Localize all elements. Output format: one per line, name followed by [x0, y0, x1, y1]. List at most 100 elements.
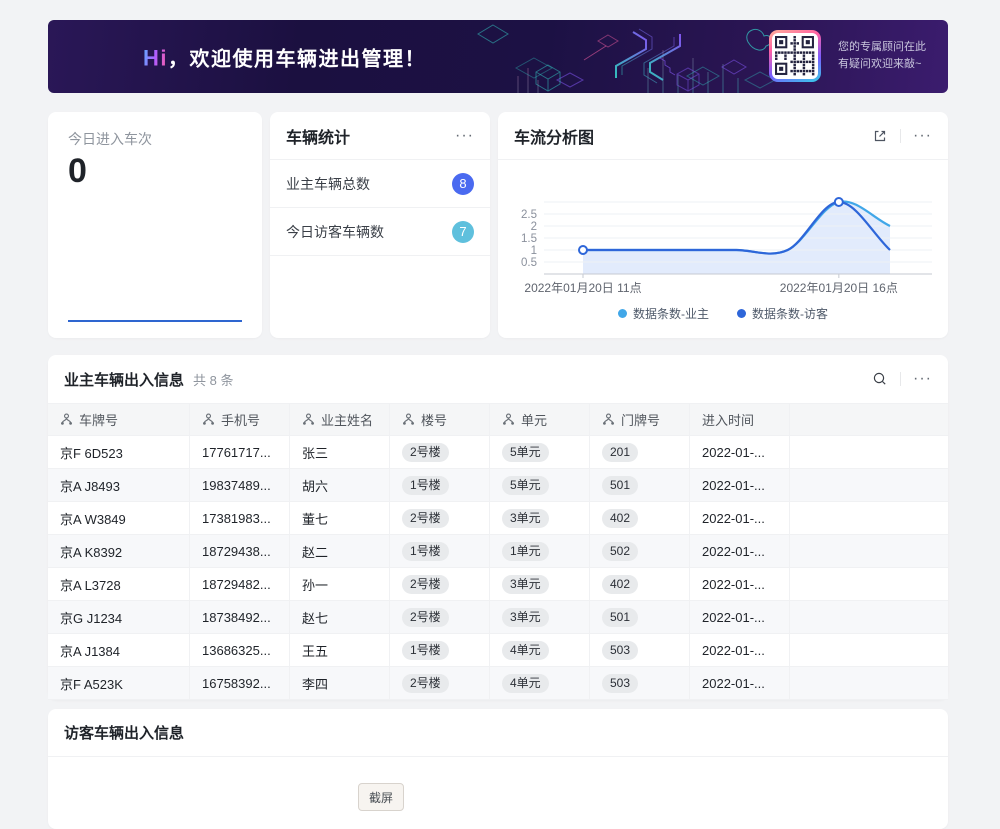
cell-building[interactable]: 2号楼 — [390, 601, 490, 634]
more-icon[interactable]: ··· — [455, 128, 474, 144]
cell-unit[interactable]: 4单元 — [490, 634, 590, 667]
cell-plate[interactable]: 京F A523K — [48, 667, 190, 700]
cell-building[interactable]: 2号楼 — [390, 568, 490, 601]
cell-phone[interactable]: 13686325... — [190, 634, 290, 667]
cell-plate[interactable]: 京A L3728 — [48, 568, 190, 601]
column-header[interactable]: 业主姓名 — [290, 403, 390, 436]
table-row[interactable]: 京F A523K16758392...李四2号楼4单元5032022-01-..… — [48, 667, 948, 700]
export-icon[interactable] — [872, 128, 888, 144]
cell-phone[interactable]: 19837489... — [190, 469, 290, 502]
cell-unit[interactable]: 5单元 — [490, 469, 590, 502]
vehicle-stat-item[interactable]: 今日访客车辆数 7 — [270, 208, 490, 256]
field-type-icon — [60, 413, 73, 426]
search-icon[interactable] — [872, 371, 888, 387]
column-header-label: 门牌号 — [621, 410, 660, 429]
cell-time[interactable]: 2022-01-... — [690, 667, 790, 700]
cell-time[interactable]: 2022-01-... — [690, 634, 790, 667]
cell-door[interactable]: 402 — [590, 568, 690, 601]
table-row[interactable]: 京A K839218729438...赵二1号楼 1单元 5022022-01-..… — [48, 535, 948, 568]
cell-name[interactable]: 胡六 — [290, 469, 390, 502]
cell-name[interactable]: 董七 — [290, 502, 390, 535]
cell-unit[interactable]: 3单元 — [490, 502, 590, 535]
cell-building[interactable]: 1号楼 — [390, 634, 490, 667]
cell-unit[interactable]: 3单元 — [490, 601, 590, 634]
legend-item[interactable]: 数据条数-业主 — [618, 305, 709, 322]
cell-phone[interactable]: 18729482... — [190, 568, 290, 601]
table-row[interactable]: 京G J123418738492...赵七2号楼3单元5012022-01-..… — [48, 601, 948, 634]
table-row[interactable]: 京A L372818729482...孙一2号楼3单元4022022-01-..… — [48, 568, 948, 601]
cell-time[interactable]: 2022-01-... — [690, 535, 790, 568]
traffic-chart-title: 车流分析图 — [514, 124, 594, 148]
cell-empty — [790, 634, 948, 667]
cell-door[interactable]: 501 — [590, 601, 690, 634]
svg-text:1.5: 1.5 — [521, 233, 537, 245]
cell-plate[interactable]: 京G J1234 — [48, 601, 190, 634]
cell-phone[interactable]: 17761717... — [190, 436, 290, 469]
visitor-table-header: 访客车辆出入信息 — [48, 709, 948, 757]
cell-building[interactable]: 2号楼 — [390, 436, 490, 469]
tag-pill: 4单元 — [502, 641, 549, 660]
cell-name[interactable]: 赵二 — [290, 535, 390, 568]
column-header[interactable]: 手机号 — [190, 403, 290, 436]
vehicle-stats-header: 车辆统计 ··· — [270, 112, 490, 160]
cell-name[interactable]: 张三 — [290, 436, 390, 469]
cell-phone[interactable]: 17381983... — [190, 502, 290, 535]
cell-time[interactable]: 2022-01-... — [690, 568, 790, 601]
cell-phone[interactable]: 16758392... — [190, 667, 290, 700]
more-icon[interactable]: ··· — [913, 128, 932, 144]
cell-name[interactable]: 李四 — [290, 667, 390, 700]
cell-time[interactable]: 2022-01-... — [690, 601, 790, 634]
column-header[interactable]: 进入时间 — [690, 403, 790, 436]
cell-phone[interactable]: 18729438... — [190, 535, 290, 568]
tag-pill: 1单元 — [502, 542, 549, 561]
screenshot-button[interactable]: 截屏 — [358, 783, 404, 811]
svg-text:2.5: 2.5 — [521, 209, 537, 221]
tag-pill: 402 — [602, 509, 638, 528]
cell-plate[interactable]: 京A W3849 — [48, 502, 190, 535]
cell-unit[interactable]: 4单元 — [490, 667, 590, 700]
column-header[interactable]: 楼号 — [390, 403, 490, 436]
traffic-chart: 0.511.522.52022年01月20日 11点2022年01月20日 16… — [498, 166, 948, 301]
column-header[interactable]: 车牌号 — [48, 403, 190, 436]
cell-unit[interactable]: 3单元 — [490, 568, 590, 601]
tag-pill: 1号楼 — [402, 641, 449, 660]
stat-item-label: 今日访客车辆数 — [286, 222, 384, 242]
cell-door[interactable]: 201 — [590, 436, 690, 469]
column-header[interactable]: 单元 — [490, 403, 590, 436]
cell-plate[interactable]: 京A K8392 — [48, 535, 190, 568]
stat-label: 今日进入车次 — [68, 129, 242, 149]
column-header[interactable]: 门牌号 — [590, 403, 690, 436]
cell-unit[interactable]: 5单元 — [490, 436, 590, 469]
cell-plate[interactable]: 京F 6D523 — [48, 436, 190, 469]
cell-building[interactable]: 1号楼 — [390, 535, 490, 568]
more-icon[interactable]: ··· — [913, 371, 932, 387]
cell-door[interactable]: 503 — [590, 667, 690, 700]
cell-unit[interactable]: 1单元 — [490, 535, 590, 568]
cell-door[interactable]: 502 — [590, 535, 690, 568]
cell-time[interactable]: 2022-01-... — [690, 502, 790, 535]
table-row[interactable]: 京A W384917381983...董七2号楼3单元 402 2022-01-..… — [48, 502, 948, 535]
cell-building[interactable]: 2号楼 — [390, 502, 490, 535]
cell-phone[interactable]: 18738492... — [190, 601, 290, 634]
cell-time[interactable]: 2022-01-... — [690, 469, 790, 502]
cell-name[interactable]: 赵七 — [290, 601, 390, 634]
table-row[interactable]: 京A J138413686325...王五 1号楼 4单元 5032022-01-..… — [48, 634, 948, 667]
chart-legend: 数据条数-业主 数据条数-访客 — [498, 305, 948, 322]
field-type-icon — [202, 413, 215, 426]
cell-name[interactable]: 王五 — [290, 634, 390, 667]
cell-door[interactable]: 503 — [590, 634, 690, 667]
cell-door[interactable]: 402 — [590, 502, 690, 535]
cell-building[interactable]: 1号楼 — [390, 469, 490, 502]
cell-plate[interactable]: 京A J1384 — [48, 634, 190, 667]
vehicle-stat-item[interactable]: 业主车辆总数8 — [270, 160, 490, 208]
cell-name[interactable]: 孙一 — [290, 568, 390, 601]
table-row[interactable]: 京A J849319837489...胡六1号楼5单元5012022-01-..… — [48, 469, 948, 502]
stat-item-badge: 7 — [452, 221, 474, 243]
cell-plate[interactable]: 京A J8493 — [48, 469, 190, 502]
cell-building[interactable]: 2号楼 — [390, 667, 490, 700]
legend-item[interactable]: 数据条数-访客 — [737, 305, 828, 322]
table-row[interactable]: 京F 6D52317761717...张三2号楼5单元2012022-01-..… — [48, 436, 948, 469]
cell-time[interactable]: 2022-01-... — [690, 436, 790, 469]
traffic-chart-header: 车流分析图 ··· — [498, 112, 948, 160]
cell-door[interactable]: 501 — [590, 469, 690, 502]
